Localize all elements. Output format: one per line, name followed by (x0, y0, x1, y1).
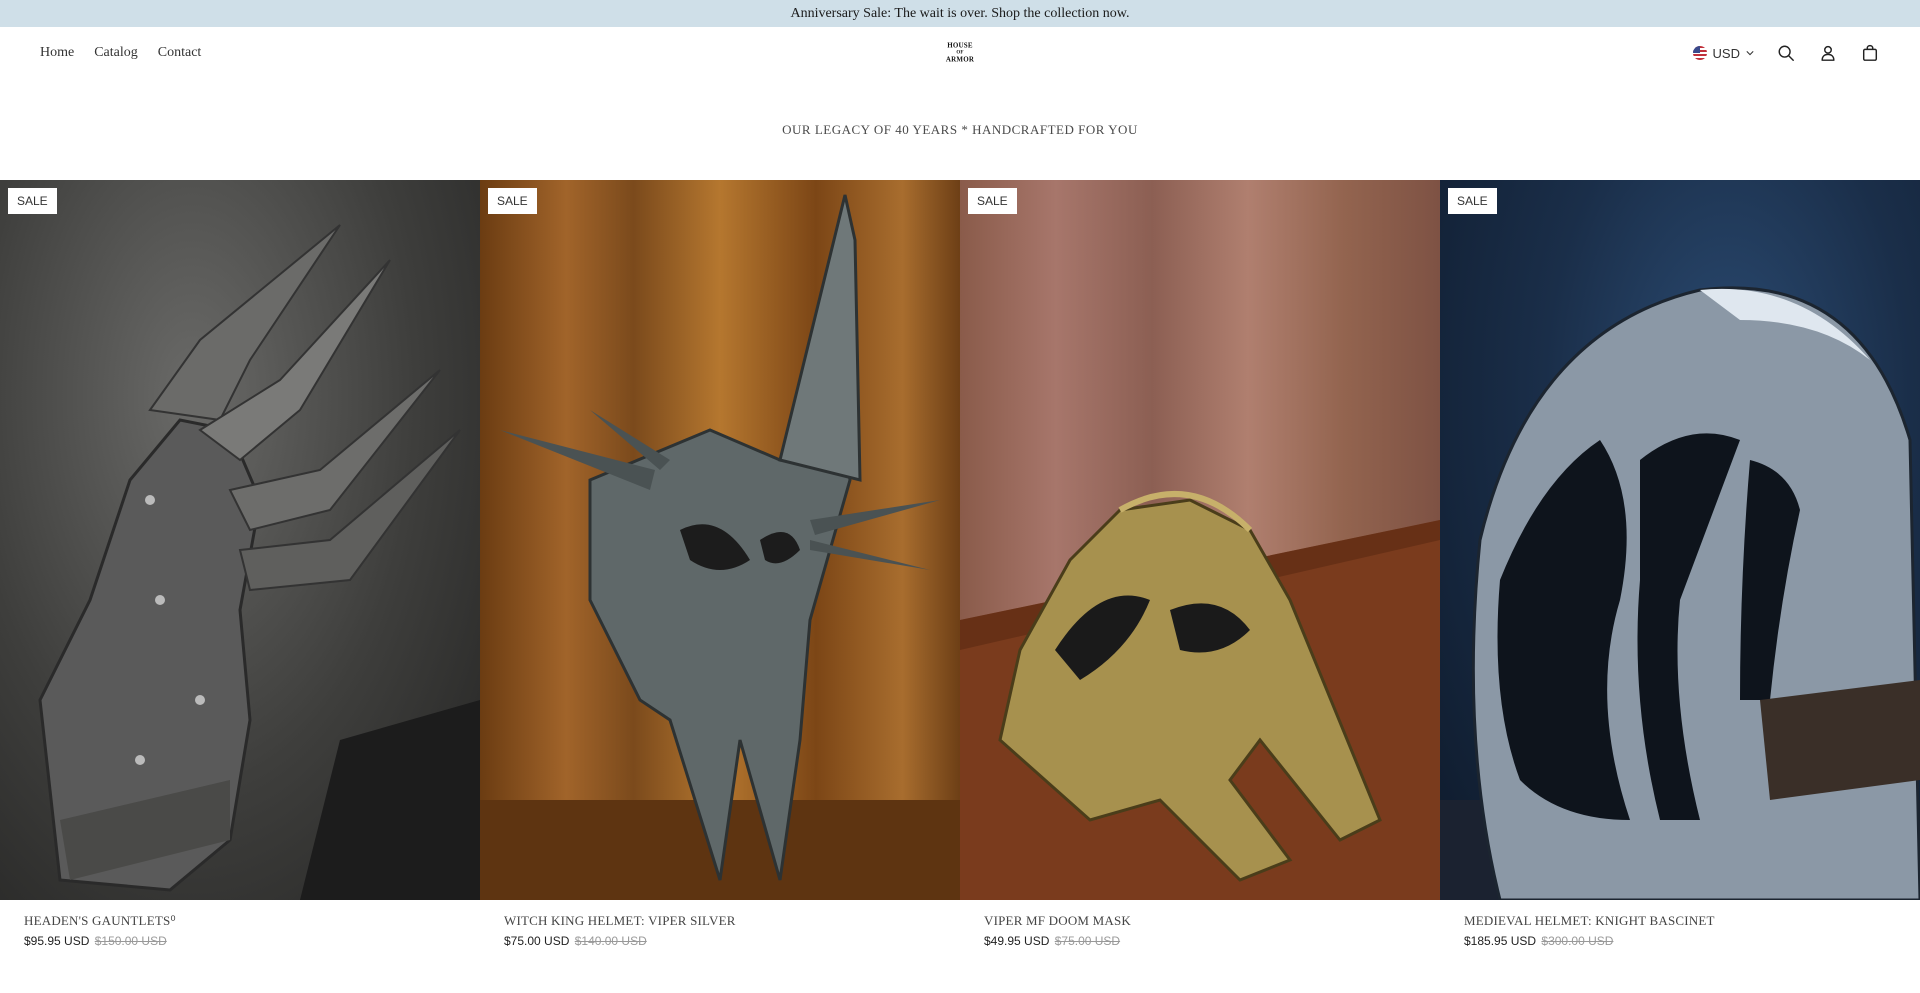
product-price: $185.95 USD (1464, 934, 1537, 948)
sale-badge: SALE (968, 188, 1017, 214)
product-title[interactable]: WITCH KING HELMET: VIPER SILVER (504, 913, 936, 929)
product-compare-price: $75.00 USD (1054, 934, 1121, 948)
product-grid: SALE HEADEN'S GAUNTLETS⁰ $95.95 USD $150… (0, 180, 1920, 948)
product-price-row: $49.95 USD $75.00 USD (984, 934, 1416, 948)
bascinet-illustration (1440, 286, 1920, 900)
product-info: VIPER MF DOOM MASK $49.95 USD $75.00 USD (960, 900, 1440, 948)
chevron-down-icon (1746, 51, 1754, 56)
brand-tagline: OUR LEGACY OF 40 YEARS * HANDCRAFTED FOR… (0, 79, 1920, 180)
search-icon (1778, 45, 1794, 61)
witch-king-helmet-illustration (480, 194, 960, 900)
cart-icon (1862, 44, 1878, 61)
main-nav: Home Catalog Contact (40, 45, 201, 61)
product-compare-price: $150.00 USD (94, 934, 167, 948)
product-price-row: $185.95 USD $300.00 USD (1464, 934, 1896, 948)
currency-label: USD (1712, 45, 1740, 61)
currency-selector[interactable]: USD (1692, 45, 1754, 61)
sale-badge: SALE (488, 188, 537, 214)
product-price: $49.95 USD (984, 934, 1050, 948)
product-title[interactable]: VIPER MF DOOM MASK (984, 913, 1416, 929)
site-logo[interactable]: HOUSE OF ARMOR (945, 41, 975, 64)
announcement-text[interactable]: Anniversary Sale: The wait is over. Shop… (790, 6, 1129, 22)
site-header: Home Catalog Contact HOUSE OF ARMOR USD (0, 27, 1920, 79)
account-icon (1821, 45, 1835, 61)
cart-button[interactable] (1860, 43, 1880, 63)
product-compare-price: $300.00 USD (1541, 934, 1614, 948)
account-button[interactable] (1818, 43, 1838, 63)
product-image-gauntlets[interactable]: SALE (0, 180, 480, 900)
sale-badge: SALE (1448, 188, 1497, 214)
product-price: $75.00 USD (504, 934, 570, 948)
nav-catalog[interactable]: Catalog (94, 45, 138, 61)
product-price: $95.95 USD (24, 934, 90, 948)
logo-line-1: HOUSE (947, 41, 973, 50)
doom-mask-illustration (960, 491, 1440, 900)
nav-contact[interactable]: Contact (158, 45, 202, 61)
product-info: HEADEN'S GAUNTLETS⁰ $95.95 USD $150.00 U… (0, 900, 480, 948)
us-flag-icon (1692, 46, 1707, 60)
product-info: MEDIEVAL HELMET: KNIGHT BASCINET $185.95… (1440, 900, 1920, 948)
product-price-row: $95.95 USD $150.00 USD (24, 934, 456, 948)
product-card[interactable]: SALE WITCH KING HELMET: VIPER SILVER $75… (480, 180, 960, 948)
announcement-bar[interactable]: Anniversary Sale: The wait is over. Shop… (0, 0, 1920, 27)
product-image-witch-king-helmet[interactable]: SALE (480, 180, 960, 900)
logo-line-3: ARMOR (945, 55, 975, 64)
nav-home[interactable]: Home (40, 45, 74, 61)
product-title[interactable]: HEADEN'S GAUNTLETS⁰ (24, 913, 456, 929)
product-price-row: $75.00 USD $140.00 USD (504, 934, 936, 948)
product-title[interactable]: MEDIEVAL HELMET: KNIGHT BASCINET (1464, 913, 1896, 929)
header-actions: USD (1692, 43, 1880, 63)
product-card[interactable]: SALE VIPER MF DOOM MASK $49.95 USD $75.0… (960, 180, 1440, 948)
tagline-text: OUR LEGACY OF 40 YEARS * HANDCRAFTED FOR… (782, 121, 1138, 137)
search-button[interactable] (1776, 43, 1796, 63)
sale-badge: SALE (8, 188, 57, 214)
product-image-doom-mask[interactable]: SALE (960, 180, 1440, 900)
product-compare-price: $140.00 USD (574, 934, 647, 948)
product-image-knight-bascinet[interactable]: SALE (1440, 180, 1920, 900)
gauntlet-illustration (38, 224, 480, 900)
product-card[interactable]: SALE MEDIEVAL HELMET: KNIGHT BASCINET $1… (1440, 180, 1920, 948)
product-info: WITCH KING HELMET: VIPER SILVER $75.00 U… (480, 900, 960, 948)
product-card[interactable]: SALE HEADEN'S GAUNTLETS⁰ $95.95 USD $150… (0, 180, 480, 948)
